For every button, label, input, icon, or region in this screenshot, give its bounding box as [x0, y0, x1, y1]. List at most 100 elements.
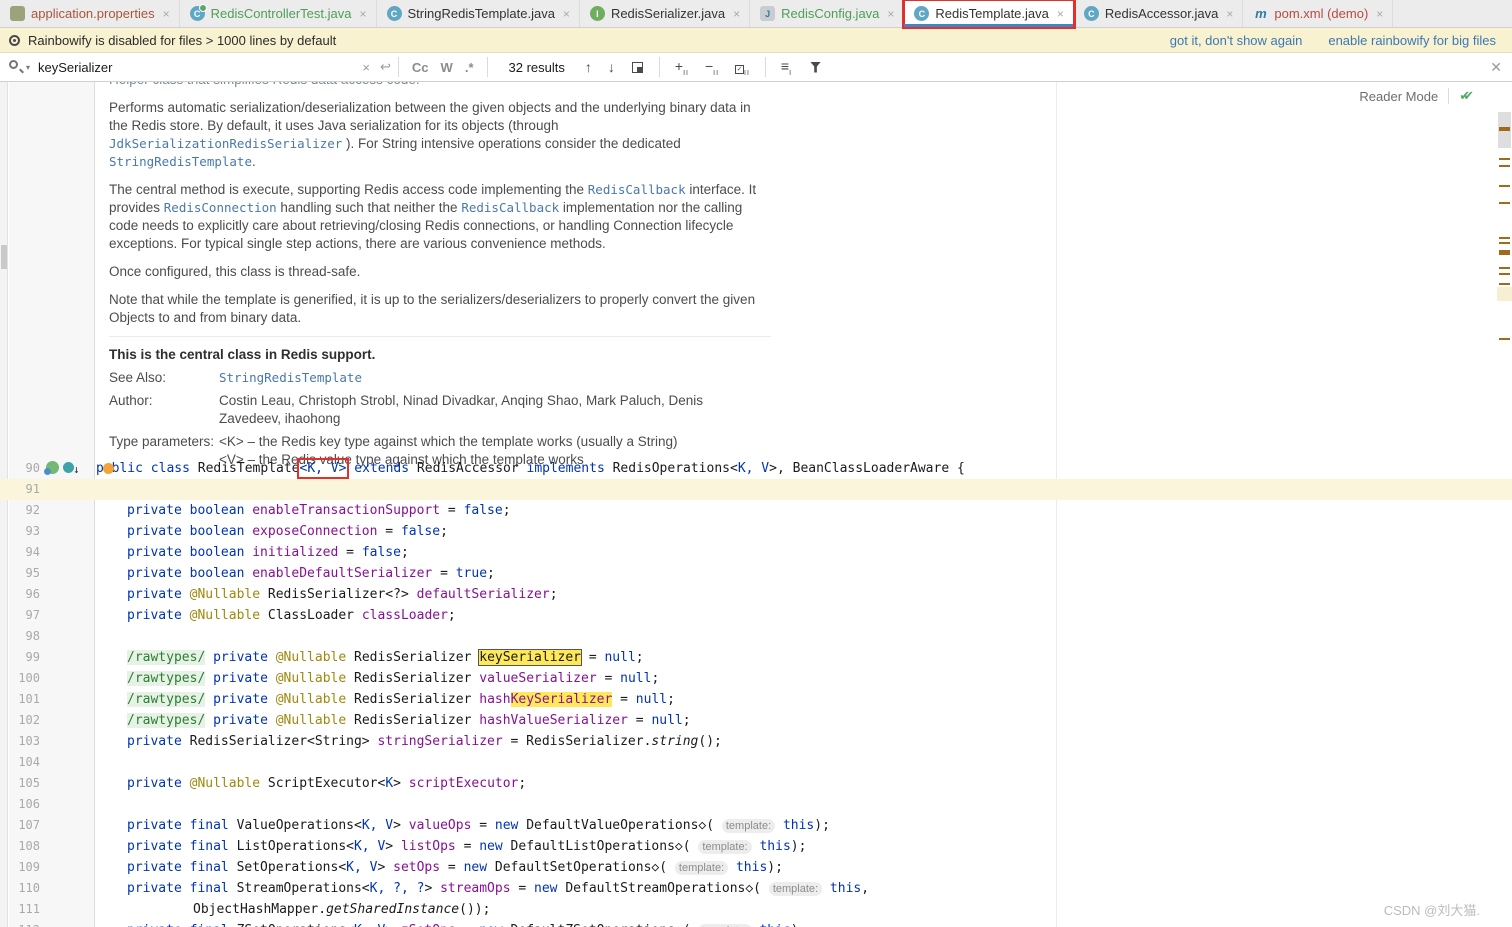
implementations-gutter-icon[interactable] — [63, 459, 80, 480]
keyword: new — [494, 818, 527, 833]
code-line-91[interactable]: 91 — [0, 479, 1512, 500]
code-line-110[interactable]: 110 private final StreamOperations<K, ?, … — [0, 878, 1512, 899]
code-text: > — [385, 839, 401, 854]
code-line-108[interactable]: 108 private final ListOperations<K, V> li… — [0, 836, 1512, 857]
code-line-109[interactable]: 109 private final SetOperations<K, V> set… — [0, 857, 1512, 878]
tab-application-properties[interactable]: application.properties × — [0, 0, 180, 27]
code-text: RedisAccessor — [416, 461, 527, 476]
code-line-111[interactable]: 111 ObjectHashMapper.getSharedInstance())… — [0, 899, 1512, 920]
code-line-93[interactable]: 93 private boolean exposeConnection = fal… — [0, 521, 1512, 542]
code-lines[interactable]: 90 public class RedisTemplate<K, V> exten… — [0, 458, 1512, 927]
tab-stringredistemplate-java[interactable]: C StringRedisTemplate.java × — [376, 0, 580, 27]
words-toggle[interactable]: W — [435, 60, 459, 75]
close-tab-icon[interactable]: × — [1057, 7, 1064, 21]
tab-pom-xml-demo-[interactable]: m pom.xml (demo) × — [1243, 0, 1394, 27]
line-number: 111 — [18, 902, 40, 916]
caret-marker: u — [104, 461, 112, 476]
code-line-content: private boolean exposeConnection = false… — [96, 521, 448, 542]
code-line-106[interactable]: 106 — [0, 794, 1512, 815]
reader-mode-control[interactable]: Reader Mode ✔✔ — [1359, 88, 1474, 104]
code-line-90[interactable]: 90 public class RedisTemplate<K, V> exten… — [0, 458, 1512, 480]
search-result-mark[interactable] — [1499, 267, 1510, 269]
code-line-102[interactable]: 102/rawtypes/ private @Nullable RedisSer… — [0, 710, 1512, 731]
add-selection-icon[interactable]: +II — [667, 58, 697, 77]
newline-icon[interactable]: ↩ — [380, 59, 391, 75]
search-result-mark[interactable] — [1499, 250, 1510, 255]
close-tab-icon[interactable]: × — [563, 7, 570, 21]
tab-rediscontrollertest-java[interactable]: C RedisControllerTest.java × — [179, 0, 377, 27]
close-tab-icon[interactable]: × — [887, 7, 894, 21]
regex-toggle[interactable]: .* — [459, 60, 480, 75]
keyword: null — [620, 671, 652, 686]
keyword: blic class — [111, 461, 198, 476]
code-line-104[interactable]: 104 — [0, 752, 1512, 773]
search-result-mark[interactable] — [1499, 237, 1510, 239]
got-it-link[interactable]: got it, don't show again — [1170, 33, 1303, 48]
close-tab-icon[interactable]: × — [733, 7, 740, 21]
code-line-107[interactable]: 107 private final ValueOperations<K, V> v… — [0, 815, 1512, 836]
search-result-mark[interactable] — [1499, 273, 1510, 275]
search-result-mark[interactable] — [1499, 165, 1510, 167]
code-line-98[interactable]: 98 — [0, 626, 1512, 647]
scrollbar-current-area[interactable] — [1497, 287, 1512, 301]
search-icon[interactable]: ▾ — [8, 59, 30, 75]
code-line-99[interactable]: 99/rawtypes/ private @Nullable RedisSeri… — [0, 647, 1512, 668]
code-text: StreamOperations< — [236, 881, 370, 896]
close-tab-icon[interactable]: × — [1376, 7, 1383, 21]
doc-text: The central method is execute, supportin… — [109, 182, 588, 197]
tab-redisaccessor-java[interactable]: C RedisAccessor.java × — [1073, 0, 1244, 27]
match-case-toggle[interactable]: Cc — [406, 60, 435, 75]
close-tab-icon[interactable]: × — [163, 7, 170, 21]
code-editor[interactable]: Reader Mode ✔✔ Helper class that simplif… — [0, 82, 1512, 927]
code-text: ; — [651, 671, 660, 686]
toggle-selection-icon[interactable]: ✓II — [727, 58, 758, 76]
search-input[interactable]: keySerializer — [38, 60, 112, 75]
tab-redisserializer-java[interactable]: I RedisSerializer.java × — [579, 0, 751, 27]
next-occurrence-icon[interactable]: ↓ — [600, 59, 623, 75]
search-result-mark[interactable] — [1499, 158, 1510, 160]
doc-text: ). For String intensive operations consi… — [342, 136, 681, 151]
tab-redistemplate-java[interactable]: C RedisTemplate.java × — [902, 0, 1076, 29]
doc-code-ref[interactable]: JdkSerializationRedisSerializer — [109, 136, 342, 151]
doc-code-ref[interactable]: RedisCallback — [588, 182, 686, 197]
doc-definition-value[interactable]: StringRedisTemplate — [219, 369, 724, 387]
filter-lines-icon[interactable]: ≡I — [773, 58, 800, 77]
code-line-103[interactable]: 103 private RedisSerializer<String> strin… — [0, 731, 1512, 752]
code-line-97[interactable]: 97 private @Nullable ClassLoader classLoa… — [0, 605, 1512, 626]
code-line-100[interactable]: 100/rawtypes/ private @Nullable RedisSer… — [0, 668, 1512, 689]
search-result-mark[interactable] — [1499, 242, 1510, 244]
search-result-mark[interactable] — [1499, 283, 1510, 285]
code-line-92[interactable]: 92 private boolean enableTransactionSuppo… — [0, 500, 1512, 521]
previous-occurrence-icon[interactable]: ↑ — [577, 59, 600, 75]
code-line-105[interactable]: 105 private @Nullable ScriptExecutor<K> s… — [0, 773, 1512, 794]
filter-icon[interactable] — [810, 61, 822, 73]
select-all-occurrences-icon[interactable] — [631, 61, 643, 73]
code-line-content: private RedisSerializer<String> stringSe… — [96, 731, 722, 752]
reader-mode-check-icon[interactable]: ✔✔ — [1459, 88, 1474, 104]
code-line-96[interactable]: 96 private @Nullable RedisSerializer<?> d… — [0, 584, 1512, 605]
tab-redisconfig-java[interactable]: J RedisConfig.java × — [750, 0, 905, 27]
search-result-mark[interactable] — [1499, 338, 1510, 340]
clear-search-icon[interactable]: × — [362, 60, 370, 75]
code-text: ; — [502, 503, 511, 518]
search-result-mark[interactable] — [1499, 127, 1510, 131]
remove-selection-icon[interactable]: −II — [697, 58, 727, 77]
code-line-101[interactable]: 101/rawtypes/ private @Nullable RedisSer… — [0, 689, 1512, 710]
doc-code-ref[interactable]: StringRedisTemplate — [109, 154, 252, 169]
close-search-icon[interactable]: ✕ — [1490, 59, 1502, 76]
code-line-95[interactable]: 95 private boolean enableDefaultSerialize… — [0, 563, 1512, 584]
close-tab-icon[interactable]: × — [360, 7, 367, 21]
close-tab-icon[interactable]: × — [1226, 7, 1233, 21]
doc-code-ref[interactable]: RedisConnection — [164, 200, 277, 215]
editor-scrollbar[interactable] — [1497, 82, 1512, 927]
enable-rainbowify-link[interactable]: enable rainbowify for big files — [1328, 33, 1496, 48]
left-stripe-thumb[interactable] — [1, 245, 7, 269]
search-result-mark[interactable] — [1499, 202, 1510, 204]
code-text: = — [596, 671, 621, 686]
search-result-mark[interactable] — [1499, 185, 1510, 187]
doc-code-ref[interactable]: RedisCallback — [461, 200, 559, 215]
code-line-94[interactable]: 94 private boolean initialized = false; — [0, 542, 1512, 563]
code-line-112[interactable]: 112 private final ZSetOperations<K, V> zS… — [0, 920, 1512, 927]
class-gutter-icon[interactable] — [44, 461, 59, 475]
